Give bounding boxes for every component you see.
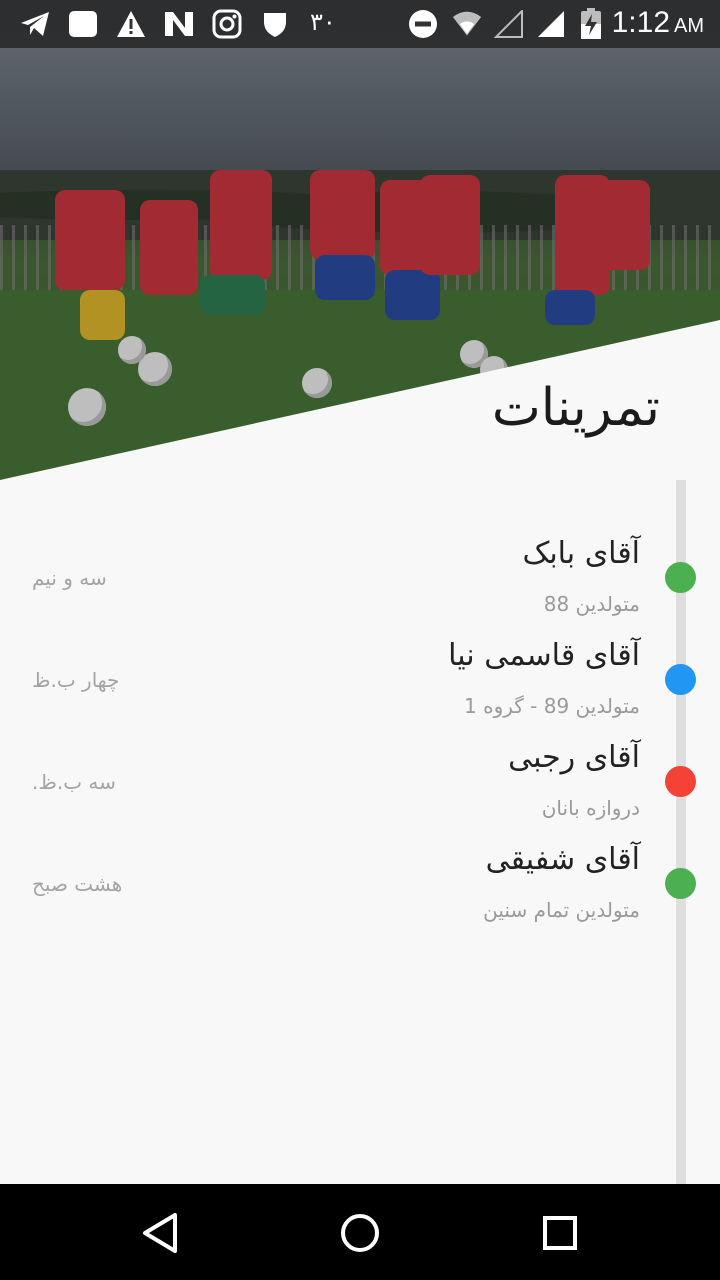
status-dot bbox=[665, 766, 696, 797]
timeline-item[interactable]: آقای بابک متولدین 88 سه و نیم bbox=[0, 536, 720, 636]
battery-charging-icon bbox=[576, 8, 606, 39]
shield-icon bbox=[260, 10, 290, 38]
group-label: متولدین 88 bbox=[543, 592, 640, 616]
status-dot bbox=[665, 664, 696, 695]
session-time: سه ب.ظ. bbox=[32, 770, 116, 794]
group-label: متولدین تمام سنین bbox=[483, 898, 640, 922]
telegram-icon bbox=[20, 10, 50, 38]
signal-full-icon bbox=[536, 10, 566, 38]
do-not-disturb-icon bbox=[408, 10, 438, 38]
session-time: هشت صبح bbox=[32, 872, 123, 896]
signal-empty-icon bbox=[494, 10, 524, 38]
wifi-icon bbox=[452, 10, 482, 38]
page-title: تمرینات bbox=[491, 378, 660, 438]
status-bar: ۳۰ 1:12 AM bbox=[0, 0, 720, 48]
group-label: دروازه بانان bbox=[541, 796, 640, 820]
clock: 1:12 AM bbox=[611, 6, 704, 39]
n-logo-icon bbox=[164, 10, 194, 38]
instagram-icon bbox=[212, 9, 242, 39]
navigation-bar bbox=[0, 1184, 720, 1280]
timeline-item[interactable]: آقای قاسمی نیا متولدین 89 - گروه 1 چهار … bbox=[0, 638, 720, 738]
status-dot bbox=[665, 868, 696, 899]
timeline-item[interactable]: آقای رجبی دروازه بانان سه ب.ظ. bbox=[0, 740, 720, 840]
recents-icon[interactable] bbox=[535, 1208, 585, 1258]
message-icon bbox=[68, 10, 98, 38]
coach-name: آقای رجبی bbox=[508, 740, 640, 775]
coach-name: آقای قاسمی نیا bbox=[448, 638, 640, 673]
status-digits: ۳۰ bbox=[310, 8, 336, 36]
warning-icon bbox=[116, 10, 146, 38]
group-label: متولدین 89 - گروه 1 bbox=[464, 694, 640, 718]
status-dot bbox=[665, 562, 696, 593]
session-time: سه و نیم bbox=[32, 566, 107, 590]
coach-name: آقای شفیقی bbox=[485, 842, 640, 877]
session-time: چهار ب.ظ bbox=[32, 668, 120, 692]
back-icon[interactable] bbox=[135, 1208, 185, 1258]
home-icon[interactable] bbox=[335, 1208, 385, 1258]
timeline-item[interactable]: آقای شفیقی متولدین تمام سنین هشت صبح bbox=[0, 842, 720, 942]
coach-name: آقای بابک bbox=[522, 536, 640, 571]
